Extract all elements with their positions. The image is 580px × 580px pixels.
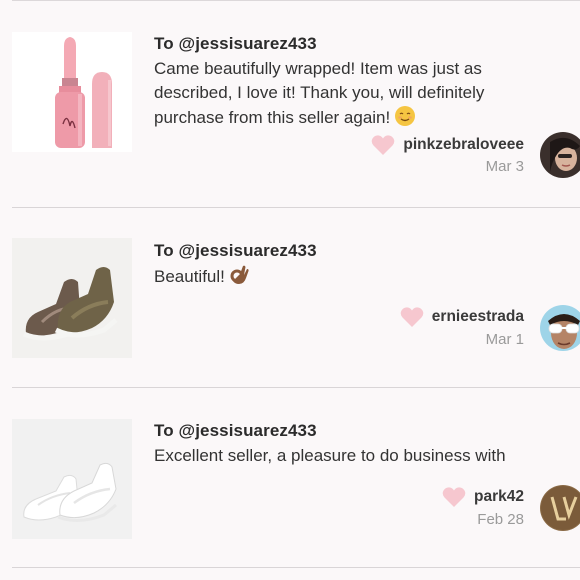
reviewer-username[interactable]: ernieestrada (432, 308, 524, 326)
reviewer-username[interactable]: pinkzebraloveee (403, 136, 524, 154)
review-card: To @jessisuarez433 Beautiful! ernieestra… (0, 208, 580, 388)
reviewer-row: ernieestrada (400, 306, 524, 328)
divider (12, 0, 580, 1)
heart-icon[interactable] (371, 134, 395, 156)
review-date: Mar 3 (485, 158, 524, 175)
reviewer-username[interactable]: park42 (474, 488, 524, 506)
review-card: To @jessisuarez433 Excellent seller, a p… (0, 388, 580, 568)
review-text: Beautiful! (154, 264, 554, 289)
review-card: To @jessisuarez433 Came beautifully wrap… (0, 28, 580, 208)
lipstick-image[interactable] (12, 32, 132, 152)
recipient-label: To @jessisuarez433 (154, 421, 317, 440)
review-text: Excellent seller, a pleasure to do busin… (154, 446, 506, 465)
recipient-label: To @jessisuarez433 (154, 34, 317, 53)
divider (12, 566, 580, 568)
reviewer-row: park42 (442, 486, 524, 508)
recipient-label: To @jessisuarez433 (154, 241, 317, 260)
sunglasses-avatar[interactable] (540, 305, 580, 351)
ok-hand-emoji (229, 264, 251, 286)
olive-sneakers-image[interactable] (12, 238, 132, 358)
relieved-smile-emoji (394, 105, 416, 127)
heart-icon[interactable] (442, 486, 466, 508)
monogram-avatar[interactable] (540, 485, 580, 531)
heart-icon[interactable] (400, 306, 424, 328)
reviewer-row: pinkzebraloveee (371, 134, 524, 156)
review-text: Came beautifully wrapped! Item was just … (154, 59, 485, 127)
user-photo-avatar[interactable] (540, 132, 580, 178)
review-date: Feb 28 (477, 511, 524, 528)
review-feed: To @jessisuarez433 Came beautifully wrap… (0, 0, 580, 580)
review-date: Mar 1 (485, 331, 524, 348)
white-sneakers-image[interactable] (12, 419, 132, 539)
